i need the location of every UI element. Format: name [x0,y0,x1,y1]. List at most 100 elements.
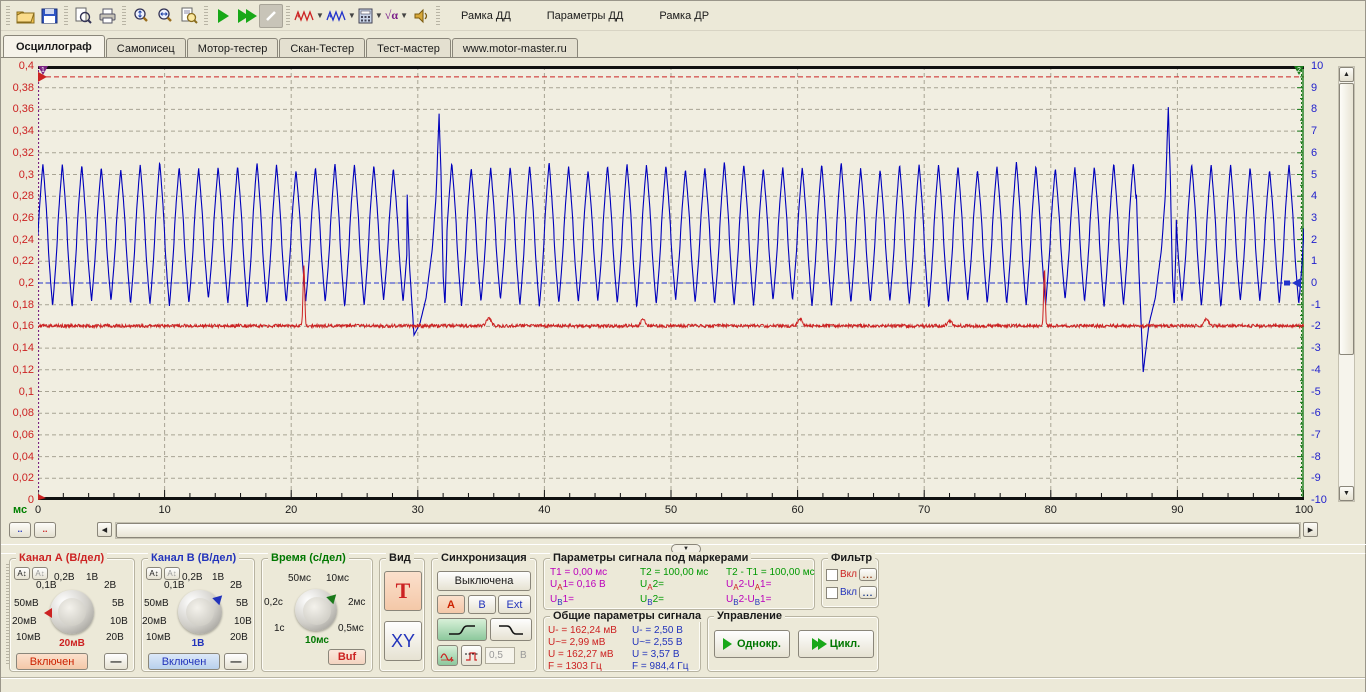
channel-a-power-button[interactable]: Включен [16,653,88,670]
toolbar-gripper[interactable] [436,6,440,26]
sync-source-ext-button[interactable]: Ext [498,595,531,614]
marker-params-panel: Параметры сигнала под маркерами T1 = 0,0… [543,558,815,610]
y-right-tick-label: -7 [1311,429,1337,441]
tab-recorder[interactable]: Самописец [106,38,186,58]
tab-motor-tester[interactable]: Мотор-тестер [187,38,279,58]
dropdown-caret-icon[interactable]: ▼ [375,11,383,20]
play-icon [218,9,229,23]
dropdown-caret-icon[interactable]: ▼ [400,11,408,20]
tab-scan-tester[interactable]: Скан-Тестер [279,38,365,58]
run-icon[interactable] [211,4,235,28]
channel-a-knob-pointer [44,608,52,618]
print-icon[interactable] [95,4,119,28]
report-search-icon[interactable] [177,4,201,28]
y-right-tick-label: -2 [1311,320,1337,332]
filter-a-more-button[interactable]: ... [859,568,877,581]
scroll-up-button[interactable]: ▲ [1339,67,1354,82]
x-tick-label: 20 [285,504,297,516]
sync-title: Синхронизация [438,552,530,564]
buf-button[interactable]: Buf [328,649,366,665]
filter-b-more-button[interactable]: ... [859,586,877,599]
sync-level-input[interactable] [485,647,515,664]
filter-b-checkbox[interactable] [826,587,838,599]
waveform-plot[interactable]: 12 [38,66,1304,500]
run-cycle-icon[interactable] [235,4,259,28]
marker-a-button[interactable]: .. [9,522,31,538]
marker-b-button[interactable]: .. [34,522,56,538]
marker-col2: T2 = 100,00 мс UА2= UВ2= [640,567,708,609]
y-right-tick-label: 7 [1311,125,1337,137]
toolbar-gripper[interactable] [204,6,208,26]
save-icon[interactable] [37,4,61,28]
calculator-icon[interactable]: ▼ [357,4,384,28]
sync-source-a-button[interactable]: А [437,595,465,614]
menu-ramka-dd[interactable]: Рамка ДД [457,8,515,24]
tab-oscillograph[interactable]: Осциллограф [3,35,105,57]
y-right-tick-label: 6 [1311,147,1337,159]
control-panel-row: Канал А (В/дел) A↕ A↕ 0,1В 0,2В 1В 2В 5В… [1,553,1365,677]
open-icon[interactable] [13,4,37,28]
y-right-tick-label: 9 [1311,82,1337,94]
wave-trigger-icon [440,650,455,662]
tab-test-master[interactable]: Тест-мастер [366,38,451,58]
channel-b-panel: Канал В (В/дел) A↕ A↕ 0,1В 0,2В 1В 2В 5В… [141,558,255,672]
toolbar-gripper[interactable] [122,6,126,26]
channel-b-power-button[interactable]: Включен [148,653,220,670]
single-run-button[interactable]: Однокр. [714,630,790,658]
sync-falling-edge-button[interactable] [490,618,532,641]
sync-rising-edge-button[interactable] [437,618,487,641]
main-toolbar: ▼ ▼ ▼ √α ▼ Рамка ДД Параметры ДД Рамка Д… [1,1,1365,31]
horizontal-scroll-thumb[interactable] [116,523,1300,538]
dropdown-caret-icon[interactable]: ▼ [348,11,356,20]
channel-a-range-knob[interactable] [50,590,94,634]
marker-col3: T2 - T1 = 100,00 мс UА2-UА1= UВ2-UВ1= [726,567,815,609]
channel-a-knob-field: 0,1В 0,2В 1В 2В 5В 10В 20В 10мВ 20мВ 50м… [10,572,134,654]
y-left-tick-label: 0,12 [2,364,34,376]
cycle-run-button[interactable]: Цикл. [798,630,874,658]
signal-red-icon[interactable]: ▼ [293,4,325,28]
horizontal-scroll-track[interactable] [115,522,1301,539]
y-right-tick-label: -8 [1311,451,1337,463]
scroll-left-button[interactable]: ◀ [97,522,112,537]
channel-b-minus-button[interactable]: — [224,653,248,670]
svg-text:1: 1 [41,67,45,74]
view-t-button[interactable]: Т [384,571,422,611]
sync-panel: Синхронизация Выключена А B Ext В [431,558,537,672]
dropdown-caret-icon[interactable]: ▼ [316,11,324,20]
sync-source-b-button[interactable]: B [468,595,496,614]
tab-website[interactable]: www.motor-master.ru [452,38,578,58]
zoom-horizontal-icon[interactable] [153,4,177,28]
sync-mode-wave-button[interactable] [437,645,458,666]
vertical-scrollbar[interactable]: ▲ ▼ [1338,66,1355,502]
sync-off-button[interactable]: Выключена [437,571,531,591]
menu-ramka-dr[interactable]: Рамка ДР [655,8,713,24]
view-xy-button[interactable]: XY [384,621,422,661]
toolbar-gripper[interactable] [64,6,68,26]
filter-a-checkbox[interactable] [826,569,838,581]
scroll-right-button[interactable]: ▶ [1303,522,1318,537]
sound-icon[interactable] [409,4,433,28]
time-panel: Время (с/дел) 50мс 10мс 0,2с 2мс 1с 0,5м… [261,558,373,672]
horizontal-scroll-row: .. .. ◀ ▶ [1,522,1366,541]
rising-edge-icon [447,623,477,637]
sync-mode-level-button[interactable] [461,645,482,666]
vertical-scroll-thumb[interactable] [1339,83,1354,355]
sqrt-alpha-icon[interactable]: √α ▼ [384,4,409,28]
plot-area[interactable]: 12 [38,66,1304,500]
print-preview-icon[interactable] [71,4,95,28]
signal-blue-icon[interactable]: ▼ [325,4,357,28]
zoom-vertical-icon[interactable] [129,4,153,28]
x-tick-label: 40 [538,504,550,516]
filter-title: Фильтр [828,552,875,564]
channel-a-minus-button[interactable]: — [104,653,128,670]
time-title: Время (с/дел) [268,552,349,564]
y-right-tick-label: -5 [1311,386,1337,398]
y-right-tick-label: 5 [1311,169,1337,181]
toolbar-gripper[interactable] [6,6,10,26]
scroll-down-button[interactable]: ▼ [1339,486,1354,501]
y-left-tick-label: 0,14 [2,342,34,354]
toolbar-gripper[interactable] [286,6,290,26]
y-left-tick-label: 0,06 [2,429,34,441]
menu-parametry-dd[interactable]: Параметры ДД [543,8,628,24]
edit-icon[interactable] [259,4,283,28]
